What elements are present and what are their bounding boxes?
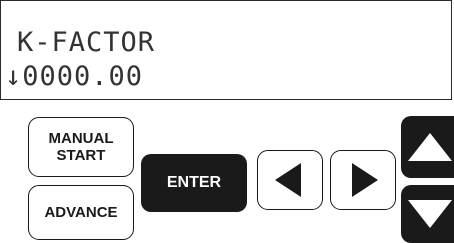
up-arrow-button[interactable] [401,116,454,178]
display-line-2: ↓0000.00 [5,61,144,92]
advance-button[interactable]: ADVANCE [28,185,134,240]
left-arrow-icon [275,163,301,197]
manual-start-label-line-1: MANUAL [48,129,114,147]
display-line-1: K-FACTOR [17,27,156,58]
down-arrow-button[interactable] [401,185,454,243]
enter-button[interactable]: ENTER [141,154,247,212]
left-arrow-button[interactable] [257,150,323,210]
manual-start-button[interactable]: MANUAL START [28,117,134,177]
advance-label: ADVANCE [44,204,118,221]
enter-label: ENTER [166,174,222,191]
lcd-display: K-FACTOR ↓0000.00 [0,0,452,100]
up-arrow-icon [407,133,452,161]
right-arrow-icon [352,163,378,197]
right-arrow-button[interactable] [330,150,396,210]
manual-start-label-line-2: START [56,147,106,164]
down-arrow-icon [407,200,452,228]
